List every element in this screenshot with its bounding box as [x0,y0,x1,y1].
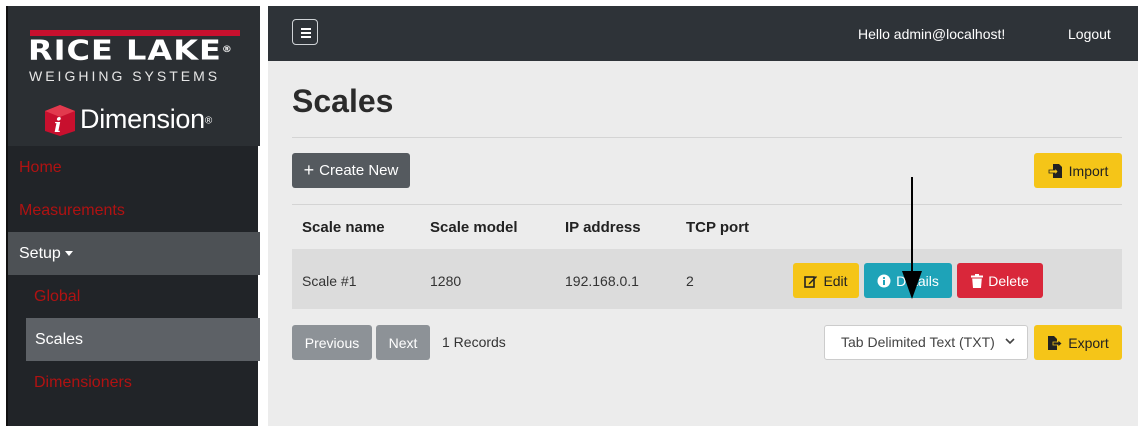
company-tagline: WEIGHING SYSTEMS [29,68,221,84]
menu-toggle-button[interactable] [292,19,318,45]
cell-scale-model: 1280 [430,273,462,289]
delete-button[interactable]: Delete [957,263,1043,298]
sidebar-item-measurements[interactable]: Measurements [8,189,260,232]
import-label: Import [1068,162,1109,179]
export-format-value: Tab Delimited Text (TXT) [841,334,995,350]
edit-label: Edit [823,272,848,289]
cell-scale-name: Scale #1 [302,273,357,289]
delete-label: Delete [988,272,1029,289]
plus-icon: + [303,160,315,180]
hamburger-icon [301,32,311,34]
export-label: Export [1068,334,1109,351]
record-count: 1 Records [442,334,506,350]
chevron-down-icon [1005,338,1015,345]
export-button[interactable]: Export [1034,325,1122,360]
file-import-icon [1048,163,1062,178]
sidebar-item-global[interactable]: Global [8,275,260,318]
sidebar-item-home[interactable]: Home [8,146,260,189]
sidebar-item-setup-label: Setup [19,245,61,262]
app-window: RICE LAKE® WEIGHING SYSTEMS i Dimension®… [0,0,1146,426]
sidebar-item-dimensioners[interactable]: Dimensioners [8,361,260,404]
import-button[interactable]: Import [1034,153,1122,188]
logout-link[interactable]: Logout [1068,26,1111,42]
idimension-logo-icon: i [45,105,75,137]
user-greeting: Hello admin@localhost! [858,26,1006,42]
hamburger-icon [301,36,311,38]
divider [292,204,1122,205]
sidebar: RICE LAKE® WEIGHING SYSTEMS i Dimension®… [6,6,260,426]
column-header-scale-model[interactable]: Scale model [430,219,518,236]
cell-ip-address: 192.168.0.1 [565,273,639,289]
svg-text:i: i [54,113,62,137]
annotation-arrow [911,177,913,277]
edit-icon [804,275,818,288]
column-header-tcp-port[interactable]: TCP port [686,219,749,236]
create-new-button[interactable]: + Create New [292,153,410,188]
annotation-arrow-head [902,271,922,299]
export-format-select[interactable]: Tab Delimited Text (TXT) [824,325,1028,360]
main-content: Scales + Create New Import Scale name Sc… [268,61,1138,426]
caret-down-icon [64,251,73,257]
file-export-icon [1048,335,1063,350]
top-navbar: Hello admin@localhost! Logout [268,6,1138,61]
hamburger-icon [301,28,311,30]
create-new-label: Create New [319,162,399,179]
column-header-scale-name[interactable]: Scale name [302,219,385,236]
info-circle-icon [877,274,891,287]
previous-page-button[interactable]: Previous [292,325,372,360]
sidebar-item-setup[interactable]: Setup [8,232,260,275]
trash-icon [971,273,984,288]
brand-logo: RICE LAKE® WEIGHING SYSTEMS i Dimension® [8,6,260,146]
product-name: Dimension® [80,104,212,134]
edit-button[interactable]: Edit [793,263,859,298]
page-title: Scales [292,83,394,119]
company-logo-text: RICE LAKE® [28,34,233,67]
column-header-ip-address[interactable]: IP address [565,219,641,236]
sidebar-item-scales[interactable]: Scales [26,318,260,361]
divider [292,137,1122,138]
next-page-button[interactable]: Next [376,325,430,360]
cell-tcp-port: 2 [686,273,694,289]
